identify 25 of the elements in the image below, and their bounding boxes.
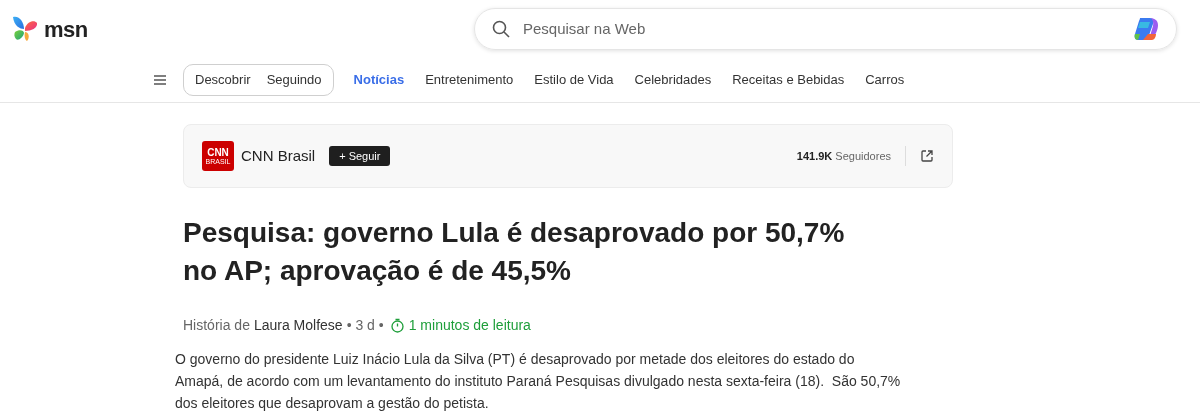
byline-prefix: História de — [183, 316, 250, 335]
nav-tab[interactable]: Entretenimento — [425, 70, 514, 90]
timer-icon — [389, 318, 405, 333]
search-icon — [491, 19, 511, 39]
article-age: • 3 d • — [346, 316, 384, 335]
brand-name[interactable]: msn — [44, 12, 88, 46]
logo-text: CNN — [207, 147, 229, 158]
nav-tab[interactable]: Carros — [865, 70, 905, 90]
article-title: Pesquisa: governo Lula é desaprovado por 50,7% no AP; aprovação é de 45,5% — [183, 216, 846, 288]
feed-tab[interactable]: Seguindo — [258, 67, 330, 93]
msn-logo-icon — [10, 14, 40, 44]
menu-icon[interactable] — [153, 74, 167, 86]
author-name[interactable]: Laura Molfese — [253, 315, 343, 336]
publisher-name[interactable]: CNN Brasil — [241, 144, 316, 168]
feed-tab[interactable]: Descobrir — [187, 67, 259, 93]
nav-tab[interactable]: Estilo de Vida — [534, 70, 614, 90]
external-link-icon[interactable] — [920, 149, 934, 163]
search-field[interactable]: Pesquisar na Web — [523, 17, 1120, 41]
article-body: O governo do presidente Luiz Inácio Lula da Silva (PT) é desaprovado por metade dos eleitores do estado do Amapá, de acordo com um levantamento do instituto Paraná Pesquisas divulgado nesta sexta-feira (18). São 50,7% dos eleitores que desaprovam a gestão do petista. — [175, 350, 902, 412]
follow-button[interactable]: + Seguir — [329, 146, 391, 166]
nav-tab[interactable]: Notícias — [353, 70, 405, 90]
read-time: 1 minutos de leitura — [408, 316, 531, 335]
followers-count: 141.9K Seguidores — [796, 148, 891, 164]
nav-tab[interactable]: Receitas e Bebidas — [732, 70, 845, 90]
nav-tab[interactable]: Celebridades — [634, 70, 712, 90]
